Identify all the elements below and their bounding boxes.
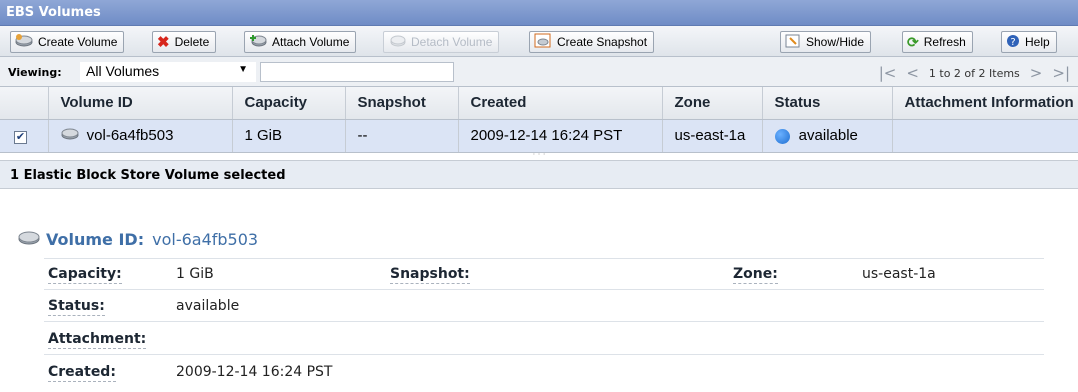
attach-volume-label: Attach Volume xyxy=(272,35,350,49)
dropdown-arrow-icon: ▼ xyxy=(238,64,248,75)
viewing-select[interactable]: All Volumes ▼ xyxy=(80,62,256,82)
capacity-label: Capacity: xyxy=(48,266,122,284)
column-header-snapshot[interactable]: Snapshot xyxy=(345,87,459,120)
viewing-select-value: All Volumes xyxy=(86,63,160,79)
columns-icon xyxy=(785,33,801,52)
row-select-cell[interactable]: ✔ xyxy=(0,119,49,153)
table-row[interactable]: ✔ vol-6a4fb503 1 GiB -- 2009-12-14 16:24… xyxy=(0,119,1078,153)
column-header-zone[interactable]: Zone xyxy=(662,87,763,120)
details-header: 1 Elastic Block Store Volume selected xyxy=(0,160,1078,189)
help-icon: ? xyxy=(1006,34,1020,51)
status-text: available xyxy=(798,127,858,144)
delete-label: Delete xyxy=(174,35,210,49)
divider xyxy=(44,289,1044,290)
attachment-label: Attachment: xyxy=(48,331,147,349)
pane-splitter[interactable]: · · · xyxy=(0,150,1078,161)
snapshot-label: Snapshot: xyxy=(390,266,470,284)
column-header-capacity[interactable]: Capacity xyxy=(232,87,346,120)
create-snapshot-label: Create Snapshot xyxy=(557,35,648,49)
refresh-button[interactable]: ⟳ Refresh xyxy=(902,31,973,53)
disk-icon xyxy=(18,230,40,249)
disk-icon xyxy=(61,127,79,144)
pager: |< < 1 to 2 of 2 Items > >| xyxy=(879,64,1070,82)
last-page-icon[interactable]: >| xyxy=(1052,64,1070,82)
help-label: Help xyxy=(1025,35,1050,49)
next-page-icon[interactable]: > xyxy=(1030,64,1043,82)
refresh-label: Refresh xyxy=(923,35,966,49)
volume-id-value: vol-6a4fb503 xyxy=(152,230,259,249)
details-title: Volume ID: vol-6a4fb503 xyxy=(18,230,258,249)
help-button[interactable]: ? Help xyxy=(1001,31,1057,53)
delete-button[interactable]: ✖ Delete xyxy=(152,31,217,53)
attach-disk-icon xyxy=(249,34,267,51)
volume-id-label: Volume ID: xyxy=(46,230,145,249)
status-label: Status: xyxy=(48,298,105,316)
show-hide-button[interactable]: Show/Hide xyxy=(780,31,872,53)
volume-id-text: vol-6a4fb503 xyxy=(86,126,174,144)
create-volume-button[interactable]: Create Volume xyxy=(10,31,125,53)
status-value: available xyxy=(176,298,240,314)
zone-cell: us-east-1a xyxy=(662,119,763,153)
disk-plus-icon xyxy=(15,33,33,51)
created-cell: 2009-12-14 16:24 PST xyxy=(458,119,663,153)
refresh-icon: ⟳ xyxy=(907,33,919,50)
filter-input[interactable] xyxy=(260,62,454,82)
detach-disk-icon xyxy=(388,34,406,51)
volumes-table: Volume ID Capacity Snapshot Created Zone… xyxy=(0,87,1078,153)
red-x-icon: ✖ xyxy=(157,34,170,51)
view-filter-bar: Viewing: All Volumes ▼ |< < 1 to 2 of 2 … xyxy=(0,57,1078,87)
zone-label: Zone: xyxy=(733,266,778,284)
show-hide-label: Show/Hide xyxy=(806,35,865,49)
divider xyxy=(44,258,1044,259)
column-header-attachment[interactable]: Attachment Information xyxy=(892,87,1078,120)
create-volume-label: Create Volume xyxy=(38,35,118,49)
svg-text:?: ? xyxy=(1010,37,1015,48)
status-cell: available xyxy=(762,119,893,153)
panel-title: EBS Volumes xyxy=(0,0,1078,26)
divider xyxy=(44,354,1044,355)
viewing-label: Viewing: xyxy=(8,66,62,79)
column-header-volume-id[interactable]: Volume ID xyxy=(48,87,233,120)
detach-volume-label: Detach Volume xyxy=(411,35,493,49)
column-header-status[interactable]: Status xyxy=(762,87,893,120)
status-available-icon xyxy=(774,128,790,144)
zone-value: us-east-1a xyxy=(862,266,936,282)
divider xyxy=(44,321,1044,322)
column-header-created[interactable]: Created xyxy=(458,87,663,120)
row-checkbox[interactable]: ✔ xyxy=(14,131,27,144)
volume-id-cell: vol-6a4fb503 xyxy=(48,119,233,153)
table-header-row: Volume ID Capacity Snapshot Created Zone… xyxy=(0,87,1078,120)
pager-text: 1 to 2 of 2 Items xyxy=(928,66,1020,80)
column-header-select[interactable] xyxy=(0,87,49,120)
detach-volume-button[interactable]: Detach Volume xyxy=(383,31,500,53)
capacity-cell: 1 GiB xyxy=(232,119,346,153)
previous-page-icon[interactable]: < xyxy=(906,64,919,82)
snapshot-cell: -- xyxy=(345,119,459,153)
created-label: Created: xyxy=(48,364,116,382)
created-value: 2009-12-14 16:24 PST xyxy=(176,364,333,380)
capacity-value: 1 GiB xyxy=(176,266,214,282)
attach-volume-button[interactable]: Attach Volume xyxy=(244,31,357,53)
create-snapshot-button[interactable]: Create Snapshot xyxy=(529,31,655,53)
toolbar: Create Volume ✖ Delete Attach Volume Det… xyxy=(0,26,1078,57)
attachment-cell xyxy=(892,119,1078,153)
snapshot-icon xyxy=(534,33,552,52)
first-page-icon[interactable]: |< xyxy=(879,64,897,82)
